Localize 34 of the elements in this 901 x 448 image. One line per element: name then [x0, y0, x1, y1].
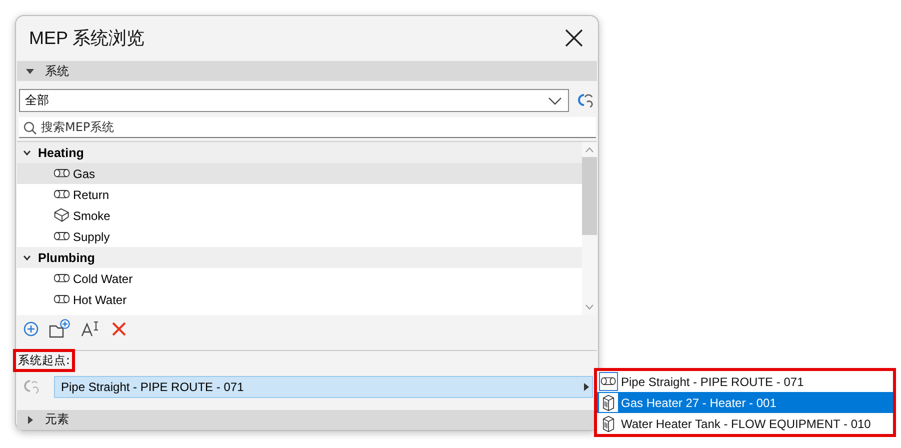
scroll-up-icon[interactable] — [585, 147, 594, 154]
equipment-icon — [600, 414, 617, 432]
tree-item[interactable]: Gas — [17, 163, 582, 184]
search-icon — [23, 121, 37, 136]
group-label[interactable]: Plumbing — [38, 250, 95, 265]
origin-field[interactable]: Pipe Straight - PIPE ROUTE - 071 — [54, 376, 593, 398]
collapse-caret-icon[interactable] — [25, 66, 35, 76]
filter-dropdown[interactable]: 全部 — [19, 89, 569, 112]
scrollbar[interactable] — [582, 142, 597, 316]
chevron-down-icon[interactable] — [548, 96, 562, 105]
popup-item[interactable]: Water Heater Tank - FLOW EQUIPMENT - 010 — [597, 413, 893, 434]
popup-item[interactable]: Gas Heater 27 - Heater - 001 — [597, 392, 893, 413]
group-label[interactable]: Heating — [38, 146, 84, 160]
equipment-icon — [600, 394, 617, 412]
duct-icon — [53, 206, 71, 225]
rename-icon[interactable] — [81, 320, 101, 338]
scroll-down-icon[interactable] — [585, 304, 594, 310]
tree-item[interactable]: Return — [17, 184, 582, 206]
search-field[interactable]: 搜索MEP系统 — [19, 117, 596, 138]
submenu-arrow-icon — [584, 382, 589, 390]
section-header[interactable]: 系统 — [17, 60, 597, 82]
window-title: MEP 系统浏览 — [29, 26, 145, 50]
add-folder-icon[interactable] — [49, 318, 71, 339]
tree-item[interactable]: Cold Water — [17, 268, 582, 290]
tree-item[interactable]: Smoke — [17, 205, 582, 226]
popup-item[interactable]: Pipe Straight - PIPE ROUTE - 071 — [597, 371, 893, 392]
expand-caret-icon[interactable] — [25, 414, 35, 425]
section-header[interactable]: 元素 — [17, 410, 597, 430]
delete-icon[interactable] — [111, 320, 127, 337]
origin-label: 系统起点: — [13, 349, 75, 372]
tree-item[interactable]: Supply — [17, 226, 582, 248]
tree-item[interactable]: Hot Water — [17, 289, 582, 310]
add-icon[interactable] — [23, 320, 39, 337]
close-icon[interactable] — [565, 28, 583, 47]
